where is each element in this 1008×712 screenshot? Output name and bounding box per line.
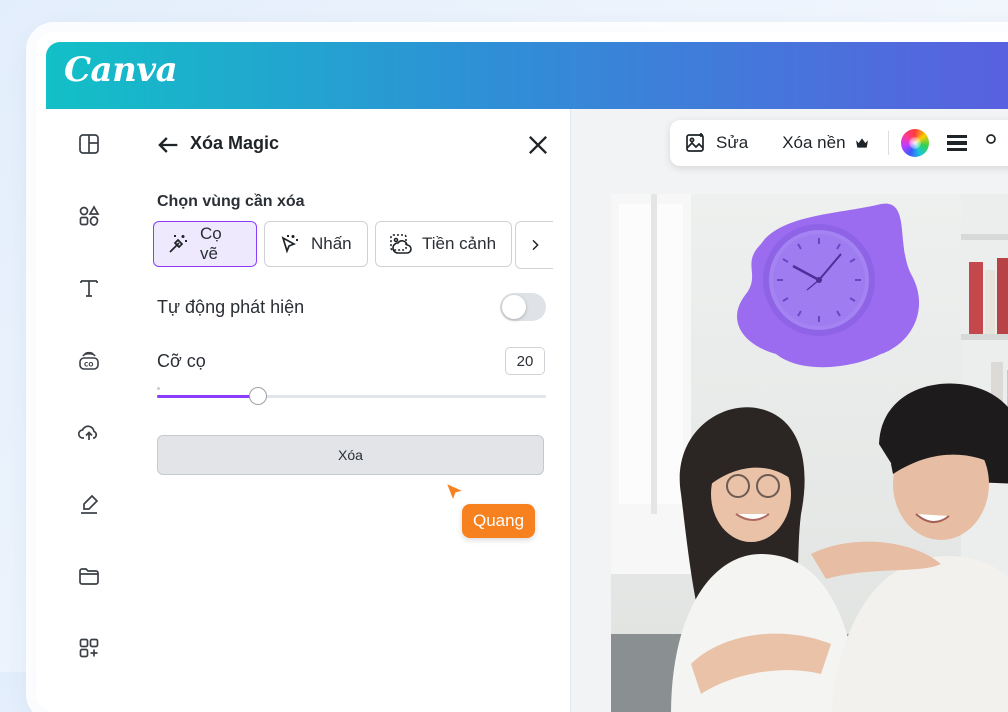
upload-cloud-icon [77,425,98,440]
collaborator-cursor-icon [444,481,467,504]
crown-icon [855,138,868,148]
draw-pen-icon [81,494,99,514]
magic-eraser-panel: Xóa Magic Chọn vùng cần xóa Cọ vẽ Nhấn T… [136,109,571,712]
mode-tab-label: Cọ vẽ [200,224,222,263]
rail-uploads-button[interactable] [68,411,110,453]
remove-background-label: Xóa nền [782,133,846,152]
rail-projects-button[interactable] [68,555,110,597]
rail-elements-button[interactable] [68,195,110,237]
photo-illustration [611,194,1008,712]
app-window: Canva CO Xóa Magic Chọn vùng cần xóa Cọ … [36,32,1008,712]
close-icon[interactable] [524,131,552,159]
canvas-photo[interactable] [611,194,1008,712]
color-picker-icon[interactable] [900,129,929,157]
chevron-right-icon [532,239,539,251]
rail-draw-button[interactable] [68,483,110,525]
context-toolbar: Sửa Xóa nền [670,120,1008,166]
erase-button[interactable]: Xóa [157,435,544,475]
edit-image-icon [686,133,704,152]
brush-size-input[interactable]: 20 [505,347,545,375]
magic-brush-icon [169,235,187,253]
foreground-image-icon [390,234,412,254]
elements-shapes-icon [79,205,100,226]
rail-templates-button[interactable] [68,123,110,165]
edit-image-label: Sửa [716,133,749,152]
slider-fill [157,395,259,398]
canvas-area: Sửa Xóa nền [571,109,1008,712]
back-arrow-icon[interactable] [154,131,182,159]
mode-tab-brush[interactable]: Cọ vẽ [153,221,257,267]
svg-text:CO: CO [84,362,94,369]
mode-tab-label: Nhấn [311,234,352,253]
panel-header: Xóa Magic [154,129,552,159]
tabs-next-button[interactable] [515,221,553,269]
top-bar: Canva [46,42,1008,109]
slider-min-tick [157,387,160,390]
toggle-knob [502,295,526,319]
auto-detect-label: Tự động phát hiện [157,297,305,317]
side-rail: CO [46,109,136,712]
rail-brand-button[interactable]: CO [68,339,110,381]
edit-image-button[interactable]: Sửa [684,131,748,155]
mode-tab-click[interactable]: Nhấn [264,221,368,267]
border-style-icon[interactable] [945,131,969,155]
toolbar-separator [887,131,889,155]
auto-detect-toggle[interactable] [500,293,546,321]
brush-size-slider[interactable] [157,385,546,409]
rail-apps-button[interactable] [68,627,110,669]
folder-projects-icon [79,568,99,585]
brand-co-icon: CO [79,351,99,370]
select-area-label: Chọn vùng cần xóa [157,193,305,210]
text-icon [80,280,98,297]
panel-title: Xóa Magic [190,133,280,153]
editor-content: CO Xóa Magic Chọn vùng cần xóa Cọ vẽ Nhấ… [46,109,1008,712]
mode-tab-foreground[interactable]: Tiền cảnh [375,221,512,267]
mode-tabs: Cọ vẽ Nhấn Tiền cảnh [153,221,553,269]
brush-size-label: Cỡ cọ [157,351,206,371]
magic-click-icon [281,235,298,254]
canva-logo[interactable]: Canva [64,50,178,90]
rail-text-button[interactable] [68,267,110,309]
layout-template-icon [79,134,99,154]
remove-background-button[interactable]: Xóa nền [782,133,869,153]
apps-grid-icon [79,638,99,658]
slider-thumb[interactable] [249,387,268,405]
transparency-icon[interactable] [981,131,1001,155]
mode-tab-label: Tiền cảnh [422,234,497,253]
collaborator-name-tag: Quang [462,504,536,538]
